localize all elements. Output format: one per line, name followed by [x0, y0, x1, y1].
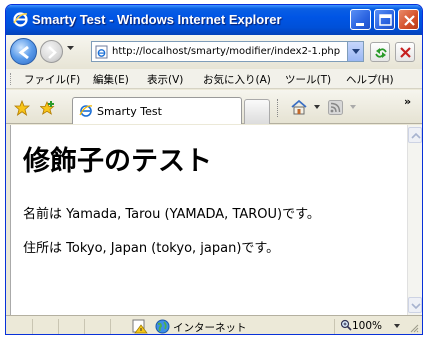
menu-help[interactable]: ヘルプ(H): [346, 72, 394, 87]
refresh-button[interactable]: [370, 42, 390, 62]
zoom-icon: [340, 319, 352, 331]
tab-smarty-test[interactable]: Smarty Test: [72, 97, 242, 124]
menu-favorites[interactable]: お気に入り(A): [203, 72, 271, 87]
zoom-dropdown-icon[interactable]: [394, 324, 400, 328]
status-divider: [84, 319, 85, 334]
home-icon[interactable]: [290, 99, 308, 116]
status-divider: [334, 319, 335, 334]
window-title: Smarty Test - Windows Internet Explorer: [32, 12, 282, 27]
feeds-dropdown-icon[interactable]: [350, 105, 356, 109]
page-error-icon[interactable]: [132, 318, 149, 334]
page-heading: 修飾子のテスト: [23, 146, 212, 177]
home-dropdown-icon[interactable]: [314, 105, 320, 109]
chevron-up-icon: [411, 132, 421, 139]
back-arrow-icon: [18, 45, 29, 60]
chevron-down-icon: [352, 49, 360, 54]
menu-tools[interactable]: ツール(T): [285, 72, 331, 87]
scroll-up-button[interactable]: [408, 127, 422, 143]
security-zone-label[interactable]: インターネット: [173, 320, 247, 334]
name-line: 名前は Yamada, Tarou (YAMADA, TAROU)です。: [23, 207, 320, 222]
maximize-icon: [379, 14, 392, 26]
more-tools-chevron-icon[interactable]: »: [404, 95, 411, 108]
back-button[interactable]: [10, 38, 37, 65]
status-bar: インターネット 100%: [6, 315, 422, 334]
scroll-down-button[interactable]: [408, 297, 422, 313]
toolbar-divider: [277, 99, 280, 117]
browser-window: Smarty Test - Windows Internet Explorer …: [5, 4, 423, 335]
forward-button[interactable]: [40, 40, 63, 63]
navigation-bar: http://localhost/smarty/modifier/index2-…: [6, 35, 422, 69]
address-line: 住所は Tokyo, Japan (tokyo, japan)です。: [23, 241, 280, 256]
close-button[interactable]: [398, 9, 419, 30]
page-content: 修飾子のテスト 名前は Yamada, Tarou (YAMADA, TAROU…: [10, 125, 407, 315]
zoom-level[interactable]: 100%: [352, 320, 382, 332]
new-tab-button[interactable]: [244, 99, 270, 124]
chevron-down-icon: [411, 303, 421, 310]
address-bar[interactable]: http://localhost/smarty/modifier/index2-…: [91, 41, 364, 62]
stop-icon: [400, 47, 411, 58]
feeds-icon[interactable]: [328, 100, 343, 115]
address-input[interactable]: http://localhost/smarty/modifier/index2-…: [112, 43, 348, 60]
title-bar[interactable]: Smarty Test - Windows Internet Explorer: [6, 5, 422, 35]
minimize-icon: [356, 23, 364, 26]
address-dropdown-button[interactable]: [347, 42, 363, 61]
history-dropdown-icon[interactable]: [67, 46, 74, 51]
vertical-scrollbar[interactable]: [407, 125, 422, 315]
ie-page-icon: [79, 105, 93, 117]
status-divider: [110, 319, 111, 334]
menu-view[interactable]: 表示(V): [147, 72, 183, 87]
tab-bar: Smarty Test »: [6, 90, 422, 124]
page-icon: [95, 45, 108, 59]
menu-grip[interactable]: [10, 73, 13, 85]
forward-arrow-icon: [48, 46, 57, 59]
close-icon: [404, 15, 415, 26]
status-divider: [32, 319, 33, 334]
resize-grip-icon[interactable]: [410, 324, 419, 333]
menu-file[interactable]: ファイル(F): [24, 72, 80, 87]
add-favorite-icon[interactable]: [40, 100, 56, 116]
status-divider: [58, 319, 59, 334]
minimize-button[interactable]: [350, 9, 371, 30]
maximize-button[interactable]: [374, 9, 395, 30]
refresh-icon: [375, 48, 387, 58]
ie-icon: [13, 12, 28, 27]
stop-button[interactable]: [395, 42, 415, 62]
menu-edit[interactable]: 編集(E): [93, 72, 129, 87]
favorites-star-icon[interactable]: [14, 100, 30, 116]
menu-bar: ファイル(F) 編集(E) 表示(V) お気に入り(A) ツール(T) ヘルプ(…: [6, 69, 422, 89]
internet-zone-globe-icon: [155, 319, 170, 334]
tab-label: Smarty Test: [97, 105, 162, 118]
